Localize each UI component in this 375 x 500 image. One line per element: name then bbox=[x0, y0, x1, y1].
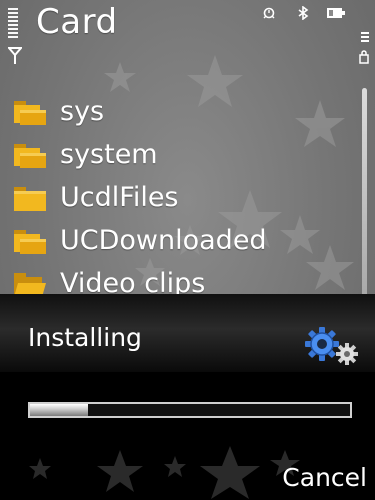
list-item[interactable]: system bbox=[0, 135, 350, 178]
softkey-bar: Cancel bbox=[0, 454, 375, 500]
dialog-title: Installing bbox=[28, 323, 142, 352]
list-item-label: system bbox=[60, 139, 158, 170]
folder-shared-icon bbox=[14, 101, 46, 125]
install-progress-bar bbox=[28, 402, 352, 418]
bluetooth-icon bbox=[298, 6, 309, 20]
list-item[interactable]: UCDownloaded bbox=[0, 221, 350, 264]
folder-shared-icon bbox=[14, 230, 46, 254]
list-item-label: sys bbox=[60, 96, 105, 127]
page-title: Card bbox=[36, 2, 118, 42]
cancel-softkey[interactable]: Cancel bbox=[282, 463, 367, 492]
list-item[interactable]: sys bbox=[0, 92, 350, 135]
progress-fill bbox=[30, 404, 88, 416]
battery-icon bbox=[327, 8, 345, 18]
alarm-icon bbox=[263, 7, 275, 19]
folder-list: sys system UcdlFiles UCDownloaded Video … bbox=[0, 92, 350, 307]
antenna-icon bbox=[8, 47, 22, 64]
screen: Card sys system UcdlFiles UCDownloaded V… bbox=[0, 0, 375, 500]
gears-icon bbox=[305, 327, 358, 365]
battery-level-icon bbox=[361, 30, 371, 44]
folder-icon bbox=[14, 187, 46, 211]
status-bar: Card bbox=[0, 0, 375, 64]
list-item-label: UCDownloaded bbox=[60, 225, 267, 256]
scrollbar-thumb[interactable] bbox=[362, 88, 367, 300]
list-item-label: UcdlFiles bbox=[60, 182, 179, 213]
installing-dialog: Installing Cancel bbox=[0, 294, 375, 500]
keylock-icon bbox=[359, 50, 369, 64]
list-item[interactable]: UcdlFiles bbox=[0, 178, 350, 221]
signal-strength-icon bbox=[8, 6, 20, 46]
folder-shared-icon bbox=[14, 144, 46, 168]
